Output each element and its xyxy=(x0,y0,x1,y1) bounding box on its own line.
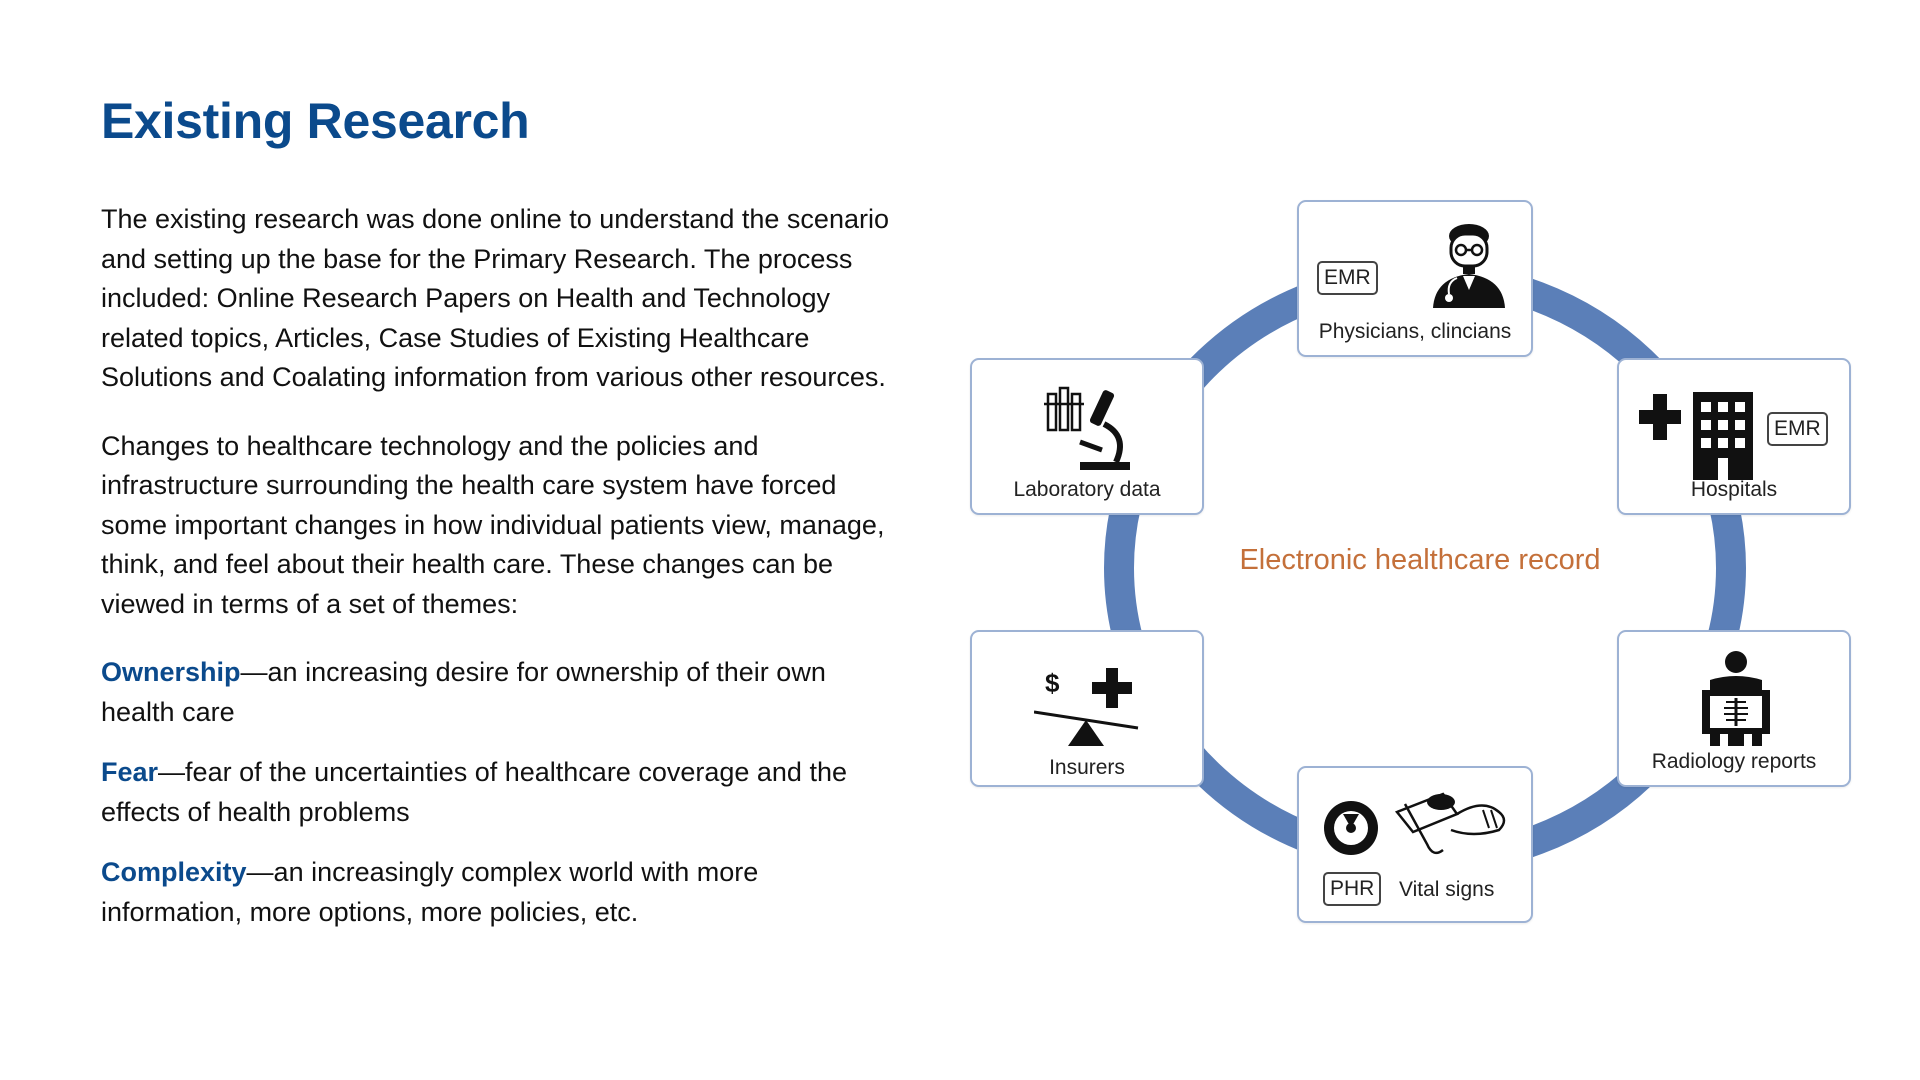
changes-paragraph: Changes to healthcare technology and the… xyxy=(101,430,885,619)
intro-paragraph: The existing research was done online to… xyxy=(101,204,889,392)
ehr-diagram: Electronic healthcare record EMR Physici… xyxy=(960,190,1880,930)
text-column: The existing research was done online to… xyxy=(101,200,901,953)
node-label: Laboratory data xyxy=(1013,478,1161,501)
node-insurers: $ Insurers xyxy=(970,630,1204,787)
vital-signs-icon xyxy=(1324,792,1506,855)
microscope-icon xyxy=(1044,386,1130,470)
theme-fear: Fear—fear of the uncertainties of health… xyxy=(101,753,901,832)
emr-badge: EMR xyxy=(1767,412,1828,446)
theme-term: Ownership xyxy=(101,657,241,687)
node-laboratory: Laboratory data xyxy=(970,358,1204,515)
theme-text: —fear of the uncertainties of healthcare… xyxy=(101,757,847,827)
insurance-scale-icon xyxy=(1034,668,1139,746)
node-physicians: EMR Physicians, clincians xyxy=(1297,200,1533,357)
node-vitals: PHR Vital signs xyxy=(1297,766,1533,923)
node-label: Physicians, clincians xyxy=(1318,320,1512,343)
center-label: Electronic healthcare record xyxy=(1239,544,1601,576)
node-label: Hospitals xyxy=(1690,478,1778,501)
doctor-icon xyxy=(1433,224,1505,308)
phr-badge: PHR xyxy=(1323,872,1382,906)
page-title: Existing Research xyxy=(101,93,530,149)
hospital-icon xyxy=(1639,392,1753,480)
theme-term: Complexity xyxy=(101,857,247,887)
node-label: Radiology reports xyxy=(1651,750,1817,773)
theme-ownership: Ownership—an increasing desire for owner… xyxy=(101,653,901,732)
node-label: Insurers xyxy=(1049,756,1125,779)
node-hospitals: EMR Hospitals xyxy=(1617,358,1851,515)
theme-complexity: Complexity—an increasingly complex world… xyxy=(101,853,901,932)
node-radiology: Radiology reports xyxy=(1617,630,1851,787)
theme-term: Fear xyxy=(101,757,159,787)
emr-badge: EMR xyxy=(1317,261,1378,295)
xray-icon xyxy=(1702,651,1770,746)
node-label: Vital signs xyxy=(1399,878,1495,901)
